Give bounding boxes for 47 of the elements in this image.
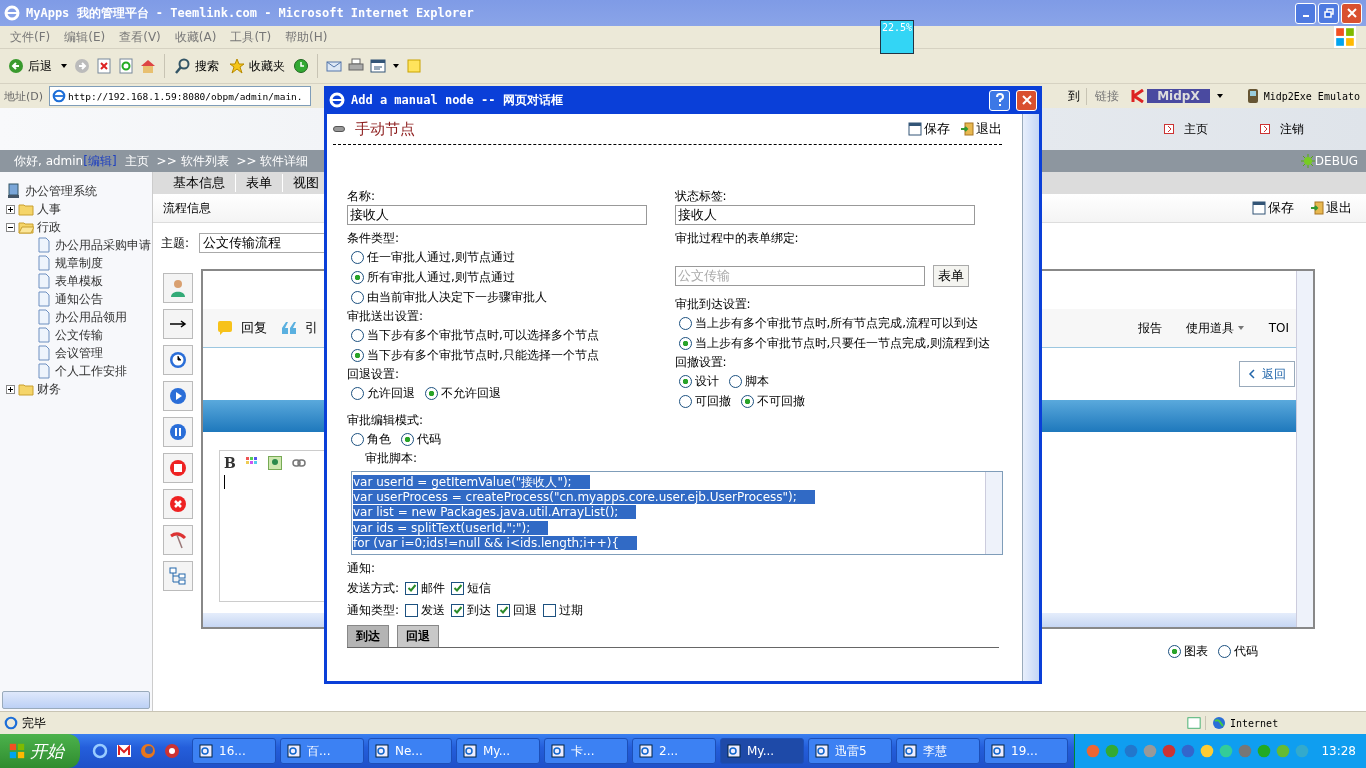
field-label: 审批过程中的表单绑定: [674, 230, 800, 247]
option-label: 图表 [1184, 643, 1208, 660]
option-label: 脚本 [744, 372, 769, 390]
option-label: 过期 [559, 601, 584, 619]
option-label: 当上步有多个审批节点时,只要任一节点完成,则流程到达 [694, 334, 991, 352]
subject-label: 主题: [161, 234, 190, 252]
option-label: 回退 [513, 601, 538, 619]
option-label: 当下步有多个审批节点时,可以选择多个节点 [367, 326, 599, 344]
field-label: 通知: [347, 560, 377, 577]
option-label: 短信 [467, 579, 492, 597]
field-label: 回退设置: [347, 366, 401, 383]
option-label: 代码 [1234, 643, 1258, 660]
zone-label: Internet [1205, 716, 1362, 730]
field-label: 审批送出设置: [347, 308, 425, 325]
option-label: 设计 [694, 372, 719, 390]
clock: 13:28 [1321, 744, 1356, 758]
section-title: 流程信息 [163, 199, 211, 217]
option-label: 到达 [467, 601, 492, 619]
field-label: 审批编辑模式: [347, 412, 425, 429]
status-text: 完毕 [22, 714, 46, 732]
option-label: 任一审批人通过,则节点通过 [367, 248, 515, 266]
option-label: 邮件 [421, 579, 446, 597]
field-label: 条件类型: [347, 230, 401, 247]
option-label: 可回撤 [694, 392, 731, 410]
field-label: 审批脚本: [364, 450, 419, 467]
option-label: 不可回撤 [756, 392, 805, 410]
option-label: 允许回退 [367, 384, 415, 402]
option-label: 所有审批人通过,则节点通过 [367, 268, 515, 286]
option-label: 角色 [367, 430, 391, 448]
field-label: 回撤设置: [674, 354, 728, 371]
option-label: 代码 [417, 430, 441, 448]
field-label: 审批到达设置: [674, 296, 752, 313]
field-label: 通知类型: [347, 601, 400, 619]
dialog-title: Add a manual node -- 网页对话框 [351, 91, 563, 109]
dialog-heading: 手动节点 [355, 119, 415, 139]
field-label: 状态标签: [674, 188, 728, 205]
progress-badge: 22.5% [880, 20, 914, 54]
option-label: 发送 [421, 601, 446, 619]
greeting-text: 你好, admin [14, 152, 84, 170]
option-label: 当上步有多个审批节点时,所有节点完成,流程可以到达 [694, 314, 979, 332]
option-label: 当下步有多个审批节点时,只能选择一个节点 [367, 346, 599, 364]
option-label: 由当前审批人决定下一步骤审批人 [367, 288, 547, 306]
option-label: 不允许回退 [441, 384, 501, 402]
window-title: MyApps 我的管理平台 - Teemlink.com - Microsoft Internet Explorer [26, 4, 475, 22]
field-label: 名称: [347, 188, 377, 205]
address-label: 地址(D) [4, 88, 44, 104]
field-label: 发送方式: [347, 579, 400, 597]
